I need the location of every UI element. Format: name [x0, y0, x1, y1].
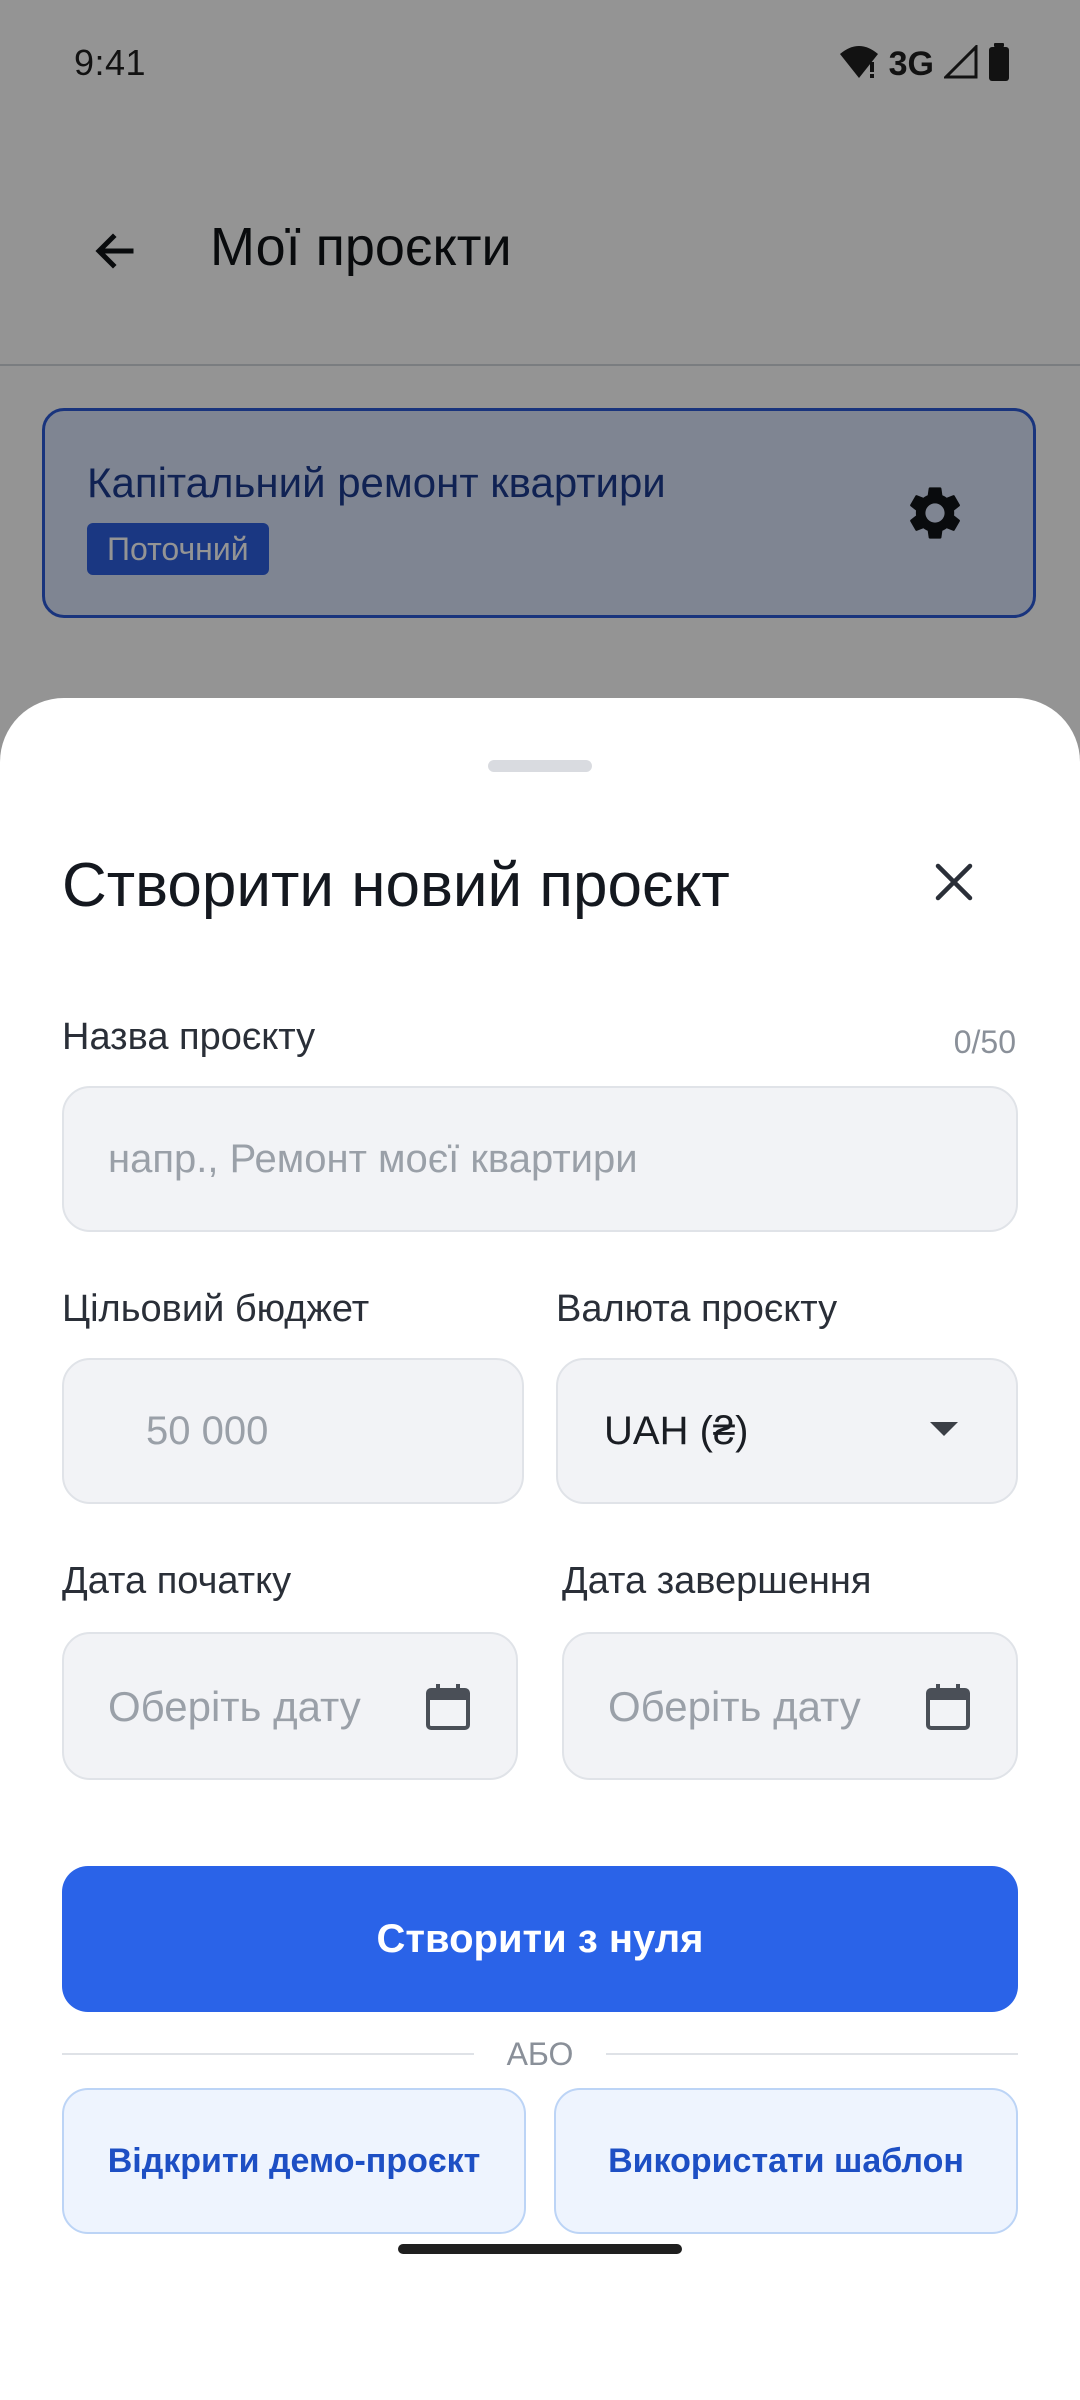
- close-button[interactable]: [918, 848, 990, 920]
- screen: 9:41 3G Мої проєкти Капітальний ремонт к…: [0, 0, 1080, 2400]
- or-divider-text: АБО: [506, 2036, 574, 2072]
- end-date-field[interactable]: Оберіть дату: [562, 1632, 1018, 1780]
- create-project-sheet: Створити новий проєкт Назва проєкту 0/50…: [0, 698, 1080, 2400]
- currency-select[interactable]: UAH (₴): [556, 1358, 1018, 1504]
- end-date-placeholder: Оберіть дату: [608, 1683, 861, 1730]
- project-name-input[interactable]: [64, 1088, 1016, 1230]
- divider-line-right: [606, 2053, 1018, 2055]
- create-from-scratch-button[interactable]: Створити з нуля: [62, 1866, 1018, 2012]
- use-template-button[interactable]: Використати шаблон: [554, 2088, 1018, 2234]
- open-demo-project-button[interactable]: Відкрити демо-проєкт: [62, 2088, 526, 2234]
- currency-label: Валюта проєкту: [556, 1288, 838, 1330]
- project-name-label: Назва проєкту: [62, 1016, 316, 1058]
- char-counter: 0/50: [953, 1024, 1016, 1060]
- budget-input[interactable]: [64, 1360, 522, 1502]
- chevron-down-icon: [930, 1422, 958, 1436]
- start-date-label: Дата початку: [62, 1560, 292, 1602]
- drag-handle[interactable]: [488, 760, 592, 772]
- budget-label: Цільовий бюджет: [62, 1288, 370, 1330]
- calendar-icon[interactable]: [424, 1682, 472, 1732]
- start-date-field[interactable]: Оберіть дату: [62, 1632, 518, 1780]
- divider-line-left: [62, 2053, 474, 2055]
- currency-value: UAH (₴): [604, 1409, 749, 1453]
- home-indicator[interactable]: [398, 2244, 682, 2254]
- project-name-field[interactable]: [62, 1086, 1018, 1232]
- budget-field[interactable]: [62, 1358, 524, 1504]
- start-date-placeholder: Оберіть дату: [108, 1683, 361, 1730]
- end-date-label: Дата завершення: [562, 1560, 872, 1602]
- or-divider: АБО: [62, 2036, 1018, 2072]
- close-icon: [934, 862, 974, 907]
- calendar-icon[interactable]: [924, 1682, 972, 1732]
- sheet-title: Створити новий проєкт: [62, 851, 730, 920]
